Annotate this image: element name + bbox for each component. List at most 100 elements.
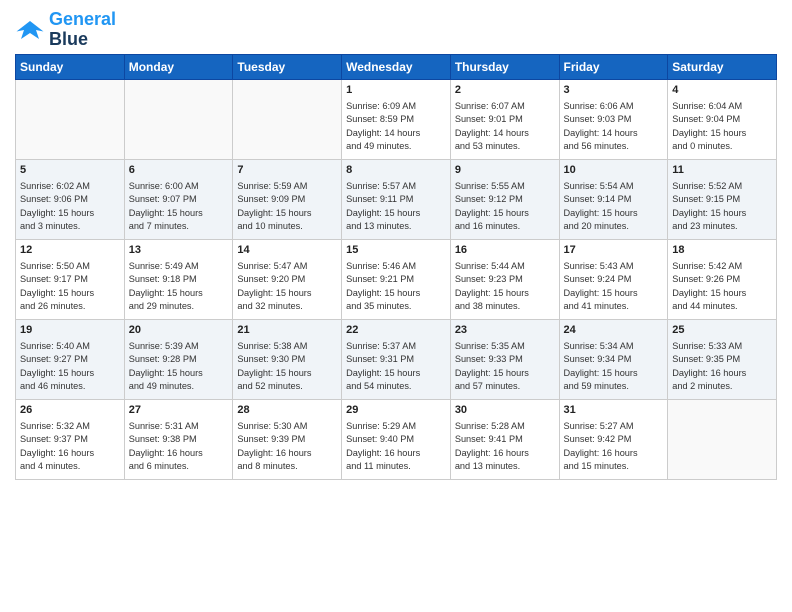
day-number: 14 — [237, 243, 337, 258]
weekday-header-wednesday: Wednesday — [342, 54, 451, 79]
day-info: Sunrise: 6:02 AM Sunset: 9:06 PM Dayligh… — [20, 180, 120, 233]
calendar-cell — [233, 79, 342, 159]
day-info: Sunrise: 5:30 AM Sunset: 9:39 PM Dayligh… — [237, 420, 337, 473]
day-info: Sunrise: 5:42 AM Sunset: 9:26 PM Dayligh… — [672, 260, 772, 313]
calendar-cell: 17 Sunrise: 5:43 AM Sunset: 9:24 PM Dayli… — [559, 239, 668, 319]
calendar-cell: 14Sunrise: 5:47 AM Sunset: 9:20 PM Dayli… — [233, 239, 342, 319]
calendar-cell: 18 Sunrise: 5:42 AM Sunset: 9:26 PM Dayli… — [668, 239, 777, 319]
day-info: Sunrise: 6:00 AM Sunset: 9:07 PM Dayligh… — [129, 180, 229, 233]
weekday-header-row: SundayMondayTuesdayWednesdayThursdayFrid… — [16, 54, 777, 79]
calendar-cell — [124, 79, 233, 159]
day-info: Sunrise: 5:59 AM Sunset: 9:09 PM Dayligh… — [237, 180, 337, 233]
day-number: 21 — [237, 323, 337, 338]
calendar-cell — [16, 79, 125, 159]
logo-icon — [15, 15, 45, 45]
calendar-cell: 16 Sunrise: 5:44 AM Sunset: 9:23 PM Dayli… — [450, 239, 559, 319]
weekday-header-monday: Monday — [124, 54, 233, 79]
calendar-cell: 30 Sunrise: 5:28 AM Sunset: 9:41 PM Dayli… — [450, 399, 559, 479]
day-info: Sunrise: 5:35 AM Sunset: 9:33 PM Dayligh… — [455, 340, 555, 393]
logo-text: General Blue — [49, 10, 116, 50]
day-info: Sunrise: 5:57 AM Sunset: 9:11 PM Dayligh… — [346, 180, 446, 233]
calendar-table: SundayMondayTuesdayWednesdayThursdayFrid… — [15, 54, 777, 480]
calendar-cell: 27 Sunrise: 5:31 AM Sunset: 9:38 PM Dayli… — [124, 399, 233, 479]
day-info: Sunrise: 5:54 AM Sunset: 9:14 PM Dayligh… — [564, 180, 664, 233]
day-number: 22 — [346, 323, 446, 338]
day-info: Sunrise: 5:37 AM Sunset: 9:31 PM Dayligh… — [346, 340, 446, 393]
day-info: Sunrise: 6:09 AM Sunset: 8:59 PM Dayligh… — [346, 100, 446, 153]
day-info: Sunrise: 5:40 AM Sunset: 9:27 PM Dayligh… — [20, 340, 120, 393]
calendar-cell: 6 Sunrise: 6:00 AM Sunset: 9:07 PM Daylig… — [124, 159, 233, 239]
calendar-cell: 22 Sunrise: 5:37 AM Sunset: 9:31 PM Dayli… — [342, 319, 451, 399]
day-number: 23 — [455, 323, 555, 338]
day-number: 5 — [20, 163, 120, 178]
calendar-cell: 13 Sunrise: 5:49 AM Sunset: 9:18 PM Dayli… — [124, 239, 233, 319]
day-number: 20 — [129, 323, 229, 338]
calendar-cell: 12 Sunrise: 5:50 AM Sunset: 9:17 PM Dayli… — [16, 239, 125, 319]
calendar-cell — [668, 399, 777, 479]
day-info: Sunrise: 6:04 AM Sunset: 9:04 PM Dayligh… — [672, 100, 772, 153]
calendar-cell: 28Sunrise: 5:30 AM Sunset: 9:39 PM Dayli… — [233, 399, 342, 479]
page-header: General Blue — [15, 10, 777, 50]
calendar-cell: 3 Sunrise: 6:06 AM Sunset: 9:03 PM Daylig… — [559, 79, 668, 159]
calendar-cell: 10 Sunrise: 5:54 AM Sunset: 9:14 PM Dayli… — [559, 159, 668, 239]
day-number: 29 — [346, 403, 446, 418]
weekday-header-thursday: Thursday — [450, 54, 559, 79]
day-number: 15 — [346, 243, 446, 258]
day-info: Sunrise: 6:06 AM Sunset: 9:03 PM Dayligh… — [564, 100, 664, 153]
calendar-cell: 26 Sunrise: 5:32 AM Sunset: 9:37 PM Dayli… — [16, 399, 125, 479]
day-number: 16 — [455, 243, 555, 258]
day-number: 6 — [129, 163, 229, 178]
calendar-cell: 1 Sunrise: 6:09 AM Sunset: 8:59 PM Daylig… — [342, 79, 451, 159]
day-info: Sunrise: 5:33 AM Sunset: 9:35 PM Dayligh… — [672, 340, 772, 393]
day-number: 1 — [346, 83, 446, 98]
calendar-week-row: 12 Sunrise: 5:50 AM Sunset: 9:17 PM Dayli… — [16, 239, 777, 319]
day-info: Sunrise: 5:52 AM Sunset: 9:15 PM Dayligh… — [672, 180, 772, 233]
day-number: 25 — [672, 323, 772, 338]
weekday-header-sunday: Sunday — [16, 54, 125, 79]
day-number: 4 — [672, 83, 772, 98]
day-number: 31 — [564, 403, 664, 418]
calendar-cell: 11 Sunrise: 5:52 AM Sunset: 9:15 PM Dayli… — [668, 159, 777, 239]
day-number: 2 — [455, 83, 555, 98]
calendar-cell: 21 Sunrise: 5:38 AM Sunset: 9:30 PM Dayli… — [233, 319, 342, 399]
day-number: 3 — [564, 83, 664, 98]
calendar-cell: 20 Sunrise: 5:39 AM Sunset: 9:28 PM Dayli… — [124, 319, 233, 399]
day-number: 27 — [129, 403, 229, 418]
day-number: 17 — [564, 243, 664, 258]
day-info: Sunrise: 5:38 AM Sunset: 9:30 PM Dayligh… — [237, 340, 337, 393]
day-number: 8 — [346, 163, 446, 178]
weekday-header-tuesday: Tuesday — [233, 54, 342, 79]
day-info: Sunrise: 5:29 AM Sunset: 9:40 PM Dayligh… — [346, 420, 446, 473]
calendar-cell: 8 Sunrise: 5:57 AM Sunset: 9:11 PM Daylig… — [342, 159, 451, 239]
day-info: Sunrise: 5:46 AM Sunset: 9:21 PM Dayligh… — [346, 260, 446, 313]
day-info: Sunrise: 5:34 AM Sunset: 9:34 PM Dayligh… — [564, 340, 664, 393]
calendar-cell: 25 Sunrise: 5:33 AM Sunset: 9:35 PM Dayli… — [668, 319, 777, 399]
day-number: 7 — [237, 163, 337, 178]
day-number: 30 — [455, 403, 555, 418]
day-info: Sunrise: 5:39 AM Sunset: 9:28 PM Dayligh… — [129, 340, 229, 393]
day-info: Sunrise: 6:07 AM Sunset: 9:01 PM Dayligh… — [455, 100, 555, 153]
day-info: Sunrise: 5:31 AM Sunset: 9:38 PM Dayligh… — [129, 420, 229, 473]
calendar-cell: 4 Sunrise: 6:04 AM Sunset: 9:04 PM Daylig… — [668, 79, 777, 159]
day-info: Sunrise: 5:50 AM Sunset: 9:17 PM Dayligh… — [20, 260, 120, 313]
calendar-cell: 15 Sunrise: 5:46 AM Sunset: 9:21 PM Dayli… — [342, 239, 451, 319]
calendar-week-row: 26 Sunrise: 5:32 AM Sunset: 9:37 PM Dayli… — [16, 399, 777, 479]
day-info: Sunrise: 5:49 AM Sunset: 9:18 PM Dayligh… — [129, 260, 229, 313]
logo: General Blue — [15, 10, 116, 50]
day-number: 10 — [564, 163, 664, 178]
calendar-cell: 24 Sunrise: 5:34 AM Sunset: 9:34 PM Dayli… — [559, 319, 668, 399]
day-info: Sunrise: 5:28 AM Sunset: 9:41 PM Dayligh… — [455, 420, 555, 473]
day-info: Sunrise: 5:44 AM Sunset: 9:23 PM Dayligh… — [455, 260, 555, 313]
weekday-header-friday: Friday — [559, 54, 668, 79]
day-number: 18 — [672, 243, 772, 258]
day-number: 26 — [20, 403, 120, 418]
day-number: 13 — [129, 243, 229, 258]
day-number: 12 — [20, 243, 120, 258]
calendar-cell: 2 Sunrise: 6:07 AM Sunset: 9:01 PM Daylig… — [450, 79, 559, 159]
day-number: 24 — [564, 323, 664, 338]
calendar-cell: 31Sunrise: 5:27 AM Sunset: 9:42 PM Dayli… — [559, 399, 668, 479]
day-info: Sunrise: 5:43 AM Sunset: 9:24 PM Dayligh… — [564, 260, 664, 313]
day-info: Sunrise: 5:32 AM Sunset: 9:37 PM Dayligh… — [20, 420, 120, 473]
weekday-header-saturday: Saturday — [668, 54, 777, 79]
day-number: 11 — [672, 163, 772, 178]
